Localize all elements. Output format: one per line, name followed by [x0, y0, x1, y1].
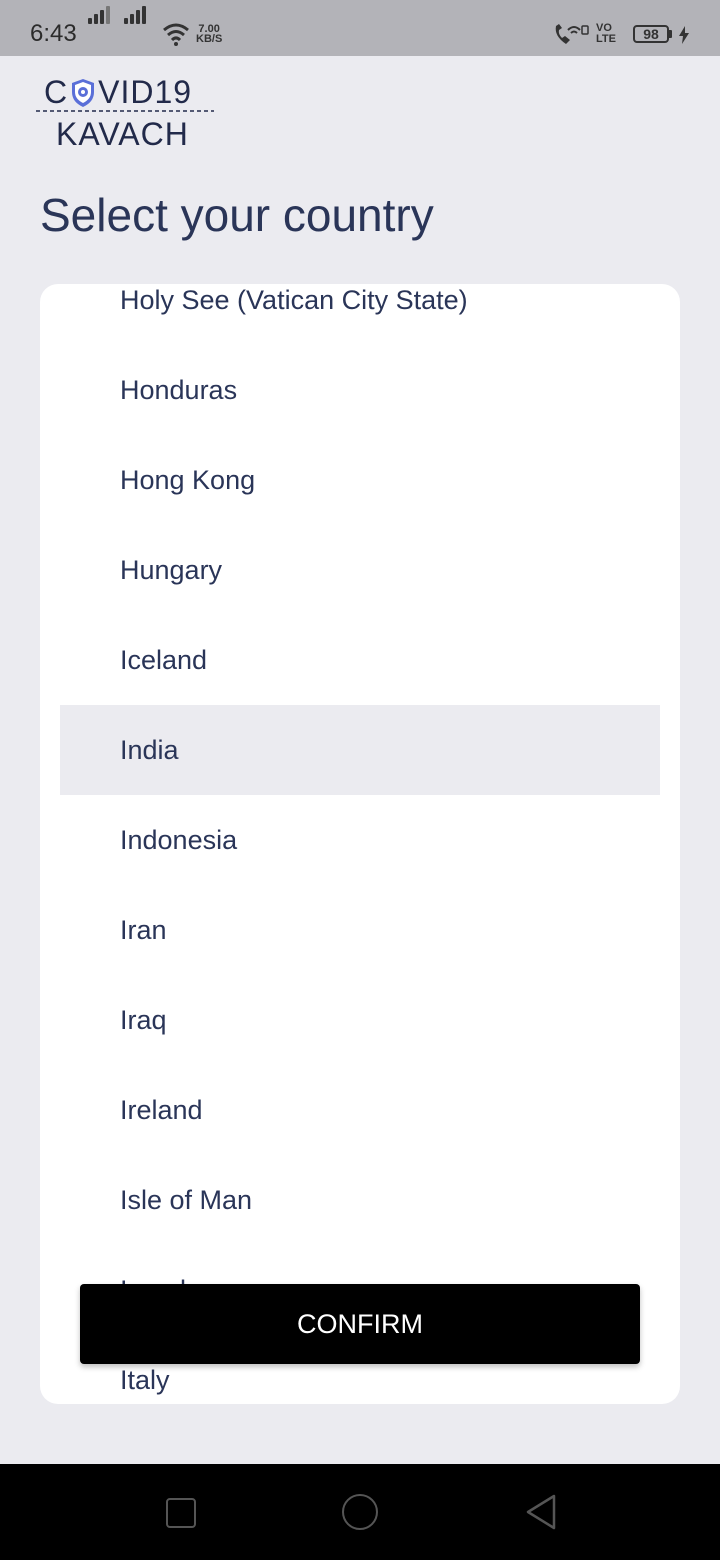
country-item[interactable]: Iceland: [60, 615, 660, 705]
battery-icon: 98: [633, 25, 669, 43]
country-item[interactable]: Hong Kong: [60, 435, 660, 525]
app-logo: C VID19 KAVACH: [36, 70, 216, 156]
country-item[interactable]: Honduras: [60, 345, 660, 435]
country-item[interactable]: Iraq: [60, 975, 660, 1065]
country-list-card: Holy See (Vatican City State) Honduras Hon…: [40, 284, 680, 1404]
wifi-calling-icon: [555, 24, 589, 44]
back-button[interactable]: [524, 1494, 558, 1530]
page-title: Select your country: [40, 189, 434, 241]
country-item[interactable]: Hungary: [60, 525, 660, 615]
country-item[interactable]: Holy See (Vatican City State): [60, 284, 660, 345]
recent-apps-button[interactable]: [166, 1498, 196, 1528]
charging-icon: [679, 26, 689, 44]
shield-virus-icon: [72, 78, 95, 107]
country-list[interactable]: Holy See (Vatican City State) Honduras Hon…: [40, 284, 680, 1404]
country-item[interactable]: Indonesia: [60, 795, 660, 885]
navigation-bar: [0, 1464, 720, 1560]
home-button[interactable]: [342, 1494, 378, 1530]
status-time: 6:43: [30, 20, 77, 47]
logo-divider: [36, 110, 214, 112]
status-bar: 6:43 7.00 KB/S VO LTE 98: [0, 0, 720, 56]
country-item[interactable]: Isle of Man: [60, 1155, 660, 1245]
volte-indicator: VO LTE: [596, 22, 616, 45]
wifi-icon: [163, 23, 189, 46]
country-item[interactable]: India: [60, 705, 660, 795]
country-item[interactable]: Iran: [60, 885, 660, 975]
battery-tip: [669, 30, 672, 38]
confirm-button[interactable]: CONFIRM: [80, 1284, 640, 1364]
logo-kavach: KAVACH: [56, 116, 189, 152]
network-speed: 7.00 KB/S: [196, 23, 223, 45]
logo-covid19: C VID19: [44, 74, 193, 110]
country-item[interactable]: Ireland: [60, 1065, 660, 1155]
